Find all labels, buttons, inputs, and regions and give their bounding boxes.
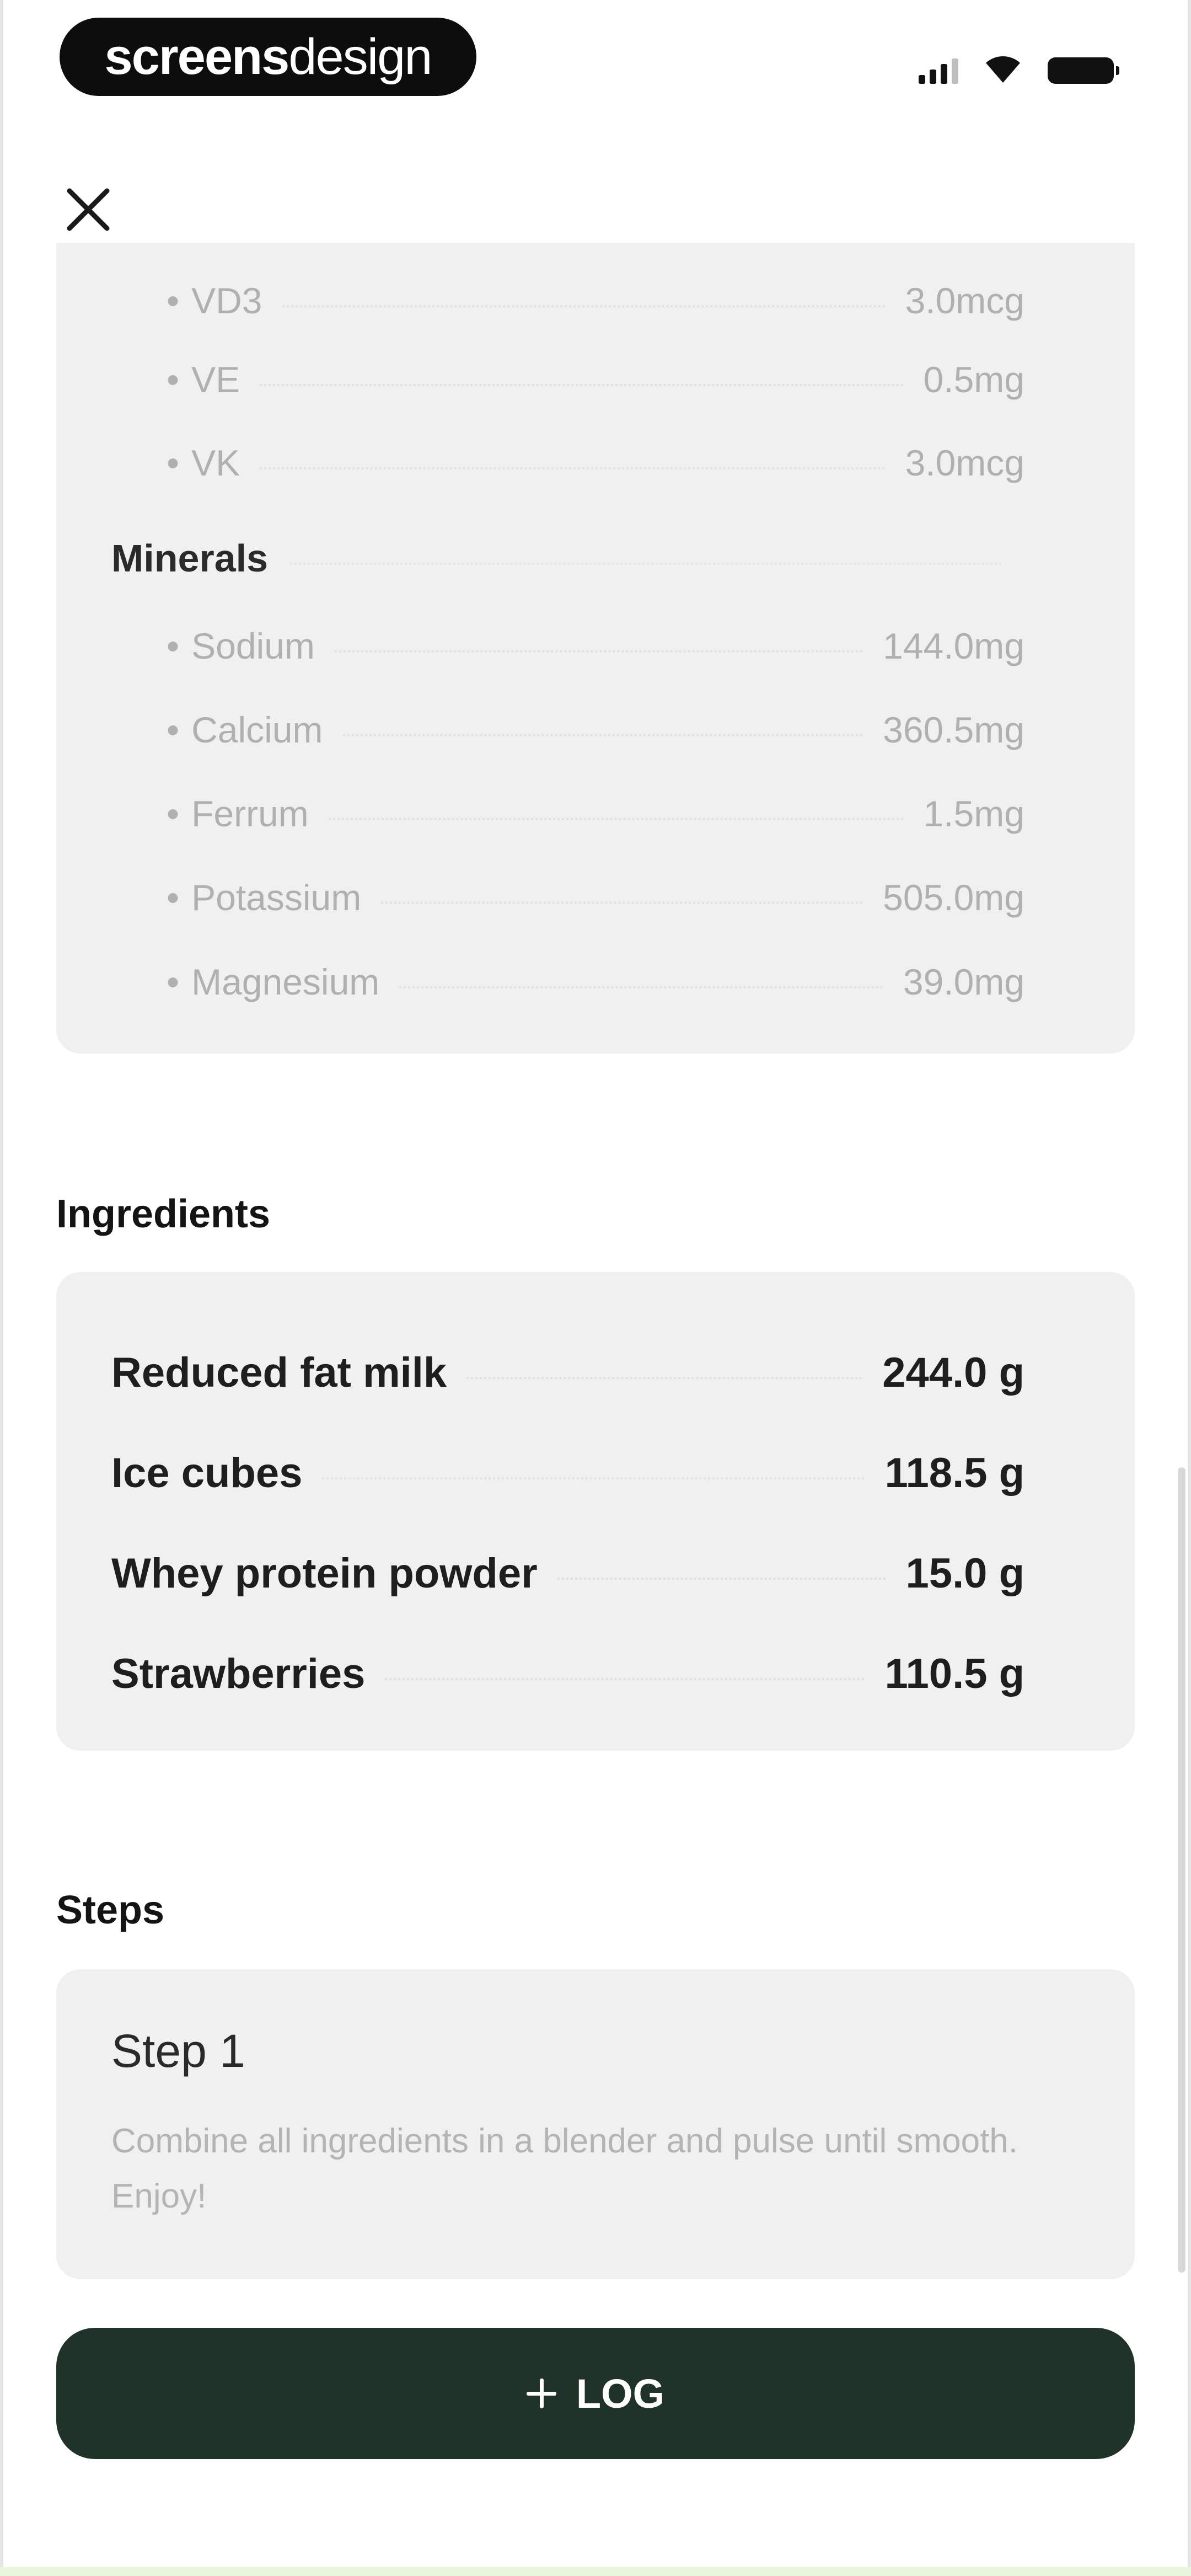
plus-icon — [526, 2379, 556, 2408]
nutrient-value: 144.0mg — [883, 626, 1024, 666]
dotted-leader — [557, 1578, 886, 1580]
dotted-leader — [342, 734, 863, 736]
wifi-icon — [986, 56, 1020, 83]
step-title: Step 1 — [111, 2025, 245, 2077]
nutrient-name: Magnesium — [191, 961, 380, 1002]
bullet: • — [167, 626, 180, 666]
nutrient-value: 505.0mg — [883, 877, 1024, 918]
bullet: • — [167, 793, 180, 834]
nutrient-name: Ferrum — [191, 793, 309, 834]
status-icons — [919, 51, 1119, 84]
ingredient-amount: 244.0 g — [882, 1349, 1024, 1396]
ingredient-row: Ice cubes 118.5 g — [111, 1445, 1024, 1500]
dotted-leader — [282, 305, 886, 307]
vitamin-row: • VK 3.0mcg — [167, 438, 1024, 488]
bottom-edge — [0, 2567, 1191, 2576]
brand-bold-text: screens — [104, 28, 290, 85]
dotted-leader — [290, 563, 1002, 565]
dotted-leader — [260, 467, 886, 469]
vitamin-row: • VE 0.5mg — [167, 355, 1024, 404]
nutrient-name: Calcium — [191, 709, 323, 750]
mineral-row: • Sodium 144.0mg — [167, 621, 1024, 671]
nutrient-name: Sodium — [191, 626, 315, 666]
dotted-leader — [399, 986, 883, 988]
ingredient-amount: 118.5 g — [884, 1449, 1024, 1497]
mineral-row: • Calcium 360.5mg — [167, 705, 1024, 755]
nutrient-value: 3.0mcg — [905, 442, 1024, 483]
cellular-signal-icon — [919, 58, 958, 84]
ingredient-name: Whey protein powder — [111, 1549, 538, 1597]
nutrient-name: VK — [191, 442, 240, 483]
ingredients-card: Reduced fat milk 244.0 g Ice cubes 118.5… — [56, 1272, 1135, 1751]
vitamin-row: • VD3 3.0mcg — [167, 276, 1024, 325]
nutrient-name: VD3 — [191, 280, 262, 321]
dotted-leader — [381, 902, 863, 904]
ingredient-name: Strawberries — [111, 1650, 366, 1697]
nutrient-value: 0.5mg — [923, 359, 1024, 400]
bullet: • — [167, 280, 180, 321]
bullet: • — [167, 961, 180, 1002]
close-icon — [67, 188, 110, 231]
nutrient-value: 3.0mcg — [905, 280, 1024, 321]
mineral-row: • Ferrum 1.5mg — [167, 789, 1024, 838]
ingredient-row: Whey protein powder 15.0 g — [111, 1546, 1024, 1601]
nutrient-value: 1.5mg — [923, 793, 1024, 834]
bullet: • — [167, 877, 180, 918]
step-card: Step 1 Combine all ingredients in a blen… — [56, 1969, 1135, 2279]
ingredient-amount: 110.5 g — [884, 1650, 1024, 1697]
ingredient-row: Strawberries 110.5 g — [111, 1646, 1024, 1701]
battery-icon — [1048, 57, 1119, 84]
minerals-section-label: Minerals — [111, 531, 1002, 586]
scrollbar[interactable] — [1178, 1467, 1185, 2273]
nutrition-facts-card: • VD3 3.0mcg • VE 0.5mg • VK 3.0mcg Mine… — [56, 243, 1135, 1054]
steps-heading: Steps — [56, 1888, 165, 1932]
dotted-leader — [466, 1377, 863, 1379]
ingredient-row: Reduced fat milk 244.0 g — [111, 1345, 1024, 1400]
dotted-leader — [385, 1678, 865, 1680]
log-button-label: LOG — [576, 2370, 665, 2417]
bullet: • — [167, 442, 180, 483]
dotted-leader — [328, 818, 904, 820]
nutrient-name: VE — [191, 359, 240, 400]
mineral-row: • Potassium 505.0mg — [167, 873, 1024, 922]
close-button[interactable] — [55, 177, 121, 243]
dotted-leader — [260, 384, 904, 386]
dotted-leader — [334, 650, 863, 653]
ingredient-amount: 15.0 g — [905, 1549, 1024, 1597]
mineral-row: • Magnesium 39.0mg — [167, 957, 1024, 1007]
dotted-leader — [322, 1477, 865, 1479]
step-description: Combine all ingredients in a blender and… — [111, 2122, 1018, 2215]
ingredient-name: Ice cubes — [111, 1449, 303, 1497]
bullet: • — [167, 709, 180, 750]
nutrient-name: Potassium — [191, 877, 362, 918]
bullet: • — [167, 359, 180, 400]
brand-badge: screens design — [60, 18, 476, 96]
nutrient-value: 39.0mg — [903, 961, 1024, 1002]
ingredient-name: Reduced fat milk — [111, 1349, 447, 1396]
nutrient-value: 360.5mg — [883, 709, 1024, 750]
brand-light-text: design — [288, 28, 432, 85]
ingredients-heading: Ingredients — [56, 1192, 271, 1236]
section-label-text: Minerals — [111, 537, 268, 580]
log-button[interactable]: LOG — [56, 2328, 1135, 2459]
